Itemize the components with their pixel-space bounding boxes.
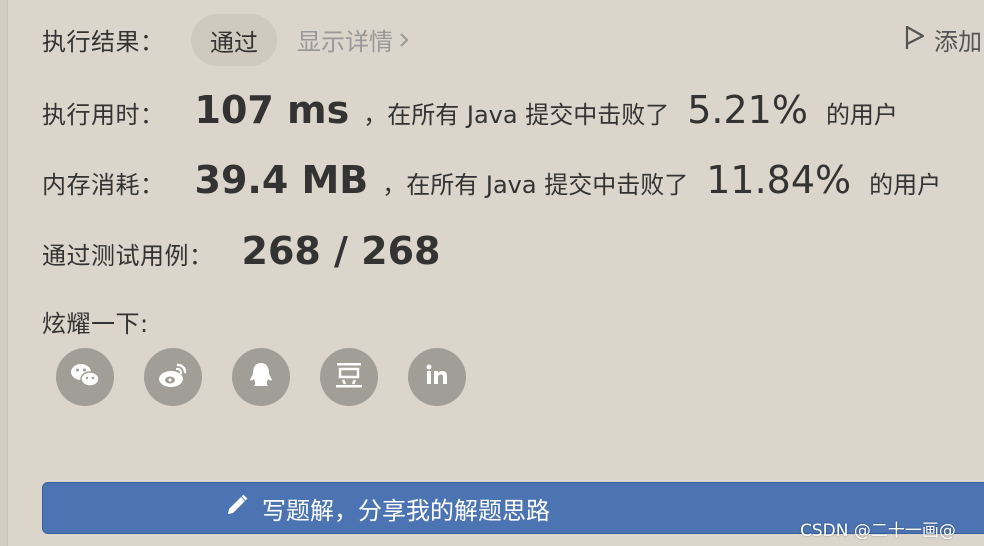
wechat-icon — [68, 358, 102, 396]
write-solution-label: 写题解，分享我的解题思路 — [262, 496, 550, 525]
weibo-icon — [156, 358, 190, 396]
memory-percent: 11.84% — [706, 158, 852, 202]
memory-suffix: 的用户 — [869, 171, 942, 199]
share-weibo-button[interactable] — [144, 348, 202, 406]
douban-icon — [332, 358, 366, 396]
share-label: 炫耀一下: — [42, 310, 149, 338]
share-row: 炫耀一下: — [42, 304, 149, 339]
show-details-label: 显示详情 — [297, 28, 393, 56]
runtime-label: 执行用时： — [42, 101, 165, 129]
memory-label: 内存消耗： — [42, 171, 165, 199]
memory-value: 39.4 MB — [194, 158, 369, 202]
pencil-icon — [224, 492, 250, 524]
memory-row: 内存消耗： 39.4 MB ，在所有 Java 提交中击败了 11.84% 的用… — [42, 158, 941, 202]
left-border — [0, 0, 8, 546]
runtime-percent: 5.21% — [687, 88, 808, 132]
result-row: 执行结果： — [42, 22, 165, 57]
add-note-button[interactable]: 添加 — [904, 22, 982, 57]
show-details-link[interactable]: 显示详情 — [297, 22, 409, 57]
runtime-text: ，在所有 Java 提交中击败了 — [363, 101, 670, 129]
status-badge: 通过 — [191, 14, 277, 66]
tests-value: 268 / 268 — [241, 229, 441, 273]
share-linkedin-button[interactable] — [408, 348, 466, 406]
add-note-label: 添加 — [934, 28, 982, 56]
tests-label: 通过测试用例： — [42, 242, 214, 270]
share-qq-button[interactable] — [232, 348, 290, 406]
flag-icon — [904, 24, 926, 56]
chevron-right-icon — [399, 26, 409, 54]
memory-text: ，在所有 Java 提交中击败了 — [382, 171, 689, 199]
share-wechat-button[interactable] — [56, 348, 114, 406]
watermark: CSDN @二十一画@ — [800, 521, 956, 541]
tests-row: 通过测试用例： 268 / 268 — [42, 229, 440, 273]
runtime-value: 107 ms — [194, 88, 350, 132]
qq-icon — [244, 358, 278, 396]
runtime-row: 执行用时： 107 ms ，在所有 Java 提交中击败了 5.21% 的用户 — [42, 88, 898, 132]
result-label: 执行结果： — [42, 28, 165, 56]
share-douban-button[interactable] — [320, 348, 378, 406]
runtime-suffix: 的用户 — [825, 101, 898, 129]
linkedin-icon — [420, 358, 454, 396]
